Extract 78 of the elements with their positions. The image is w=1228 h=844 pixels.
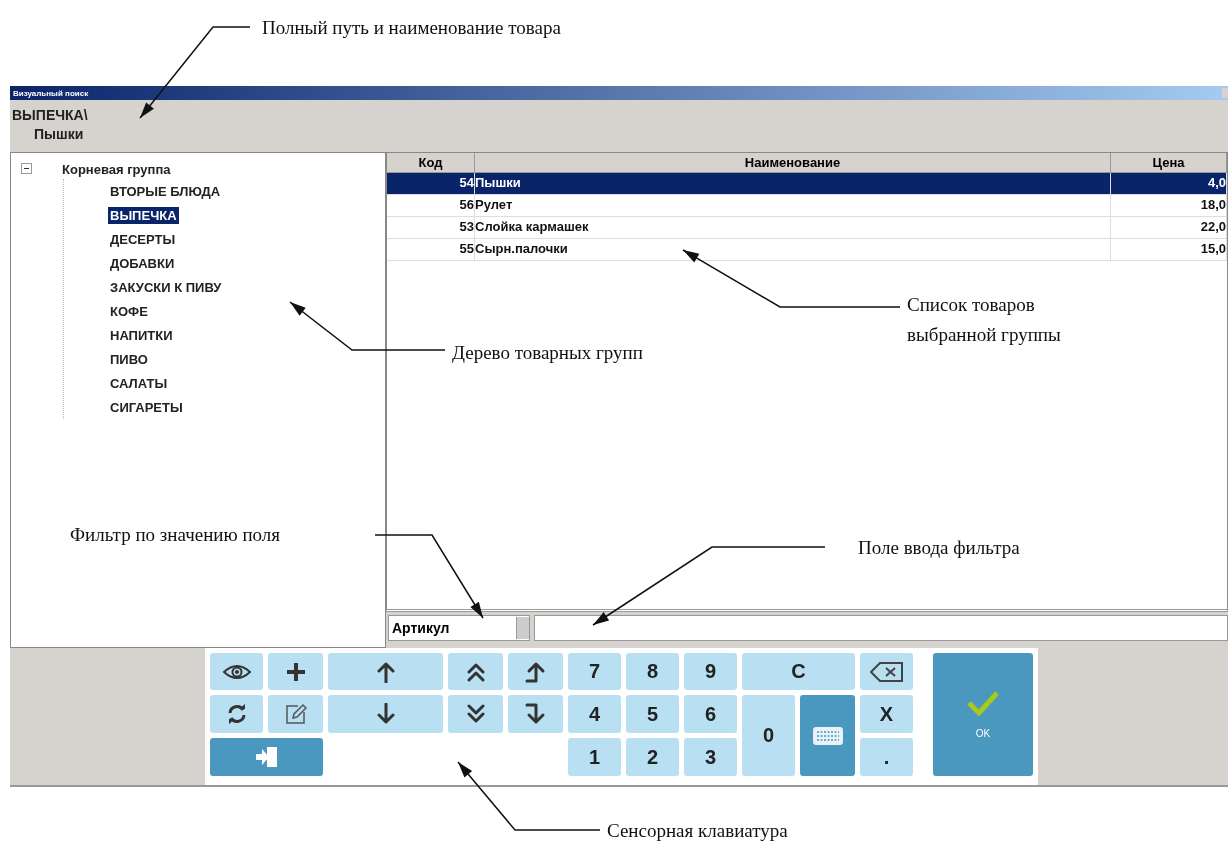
table-cell: 15,0 [1111,239,1227,260]
turn-down-arrow-icon [524,703,547,725]
tree-item[interactable]: ВЫПЕЧКА [108,206,179,224]
add-button[interactable] [268,653,323,690]
table-row[interactable]: 55Сырн.палочки 15,0 [387,239,1227,261]
path-text: Пышки [33,125,85,144]
keyboard-button[interactable] [800,695,855,776]
tree-item[interactable]: КОФЕ [108,302,150,320]
keypad-key[interactable]: C [742,653,855,690]
double-up-arrow-icon [465,661,486,682]
annotation-text: Поле ввода фильтра [858,536,1020,560]
keypad-key[interactable]: . [860,738,913,776]
dropdown-value: Артикул [392,620,450,636]
refresh-button[interactable] [210,695,263,733]
plus-icon [284,660,307,683]
up-arrow-icon [376,660,395,683]
exit-icon [254,746,279,768]
view-button[interactable] [210,653,263,690]
backspace-button[interactable] [860,653,913,690]
annotation-text: Дерево товарных групп [452,341,643,365]
eye-icon [222,663,251,680]
keypad-key[interactable]: 9 [684,653,737,690]
page-up-button[interactable] [448,653,503,690]
keypad-key[interactable]: 0 [742,695,795,776]
tree-item[interactable]: НАПИТКИ [108,326,175,344]
refresh-icon [226,704,247,724]
table-row[interactable]: 54Пышки 4,0 [387,173,1227,195]
keypad-key[interactable]: 4 [568,695,621,733]
table-cell: 53 [387,217,475,238]
table-cell: 54 [387,173,475,194]
annotation-text: Фильтр по значению поля [70,523,281,547]
down-button[interactable] [328,695,443,733]
annotation-text: Полный путь и наименование товара [262,16,561,40]
tree-root-item[interactable]: Корневая группа [62,161,171,177]
edit-icon [284,703,307,725]
edit-button[interactable] [268,695,323,733]
tree-item[interactable]: ПИВО [108,350,150,368]
table-cell: 56 [387,195,475,216]
keypad-key[interactable]: X [860,695,913,733]
table-cell: Рулет [475,195,1111,216]
keypad-key[interactable]: 6 [684,695,737,733]
table-cell: 18,0 [1111,195,1227,216]
table-cell: 4,0 [1111,173,1227,194]
check-icon [966,690,1000,716]
up-button[interactable] [328,653,443,690]
double-down-arrow-icon [465,704,486,724]
table-row[interactable]: 53Слойка кармашек 22,0 [387,217,1227,239]
down-arrow-icon [376,703,395,725]
keypad-key[interactable]: 1 [568,738,621,776]
filter-field-dropdown[interactable]: Артикул [388,615,530,641]
tree-item[interactable]: СИГАРЕТЫ [108,398,185,416]
page-down-button[interactable] [448,695,503,733]
keypad-key[interactable]: 3 [684,738,737,776]
keypad-key[interactable]: 5 [626,695,679,733]
tree-item[interactable]: САЛАТЫ [108,374,170,392]
keypad-key[interactable]: 2 [626,738,679,776]
annotation-text: Список товаров выбранной группы [907,293,1061,347]
turn-up-arrow-icon [524,660,547,683]
table-cell: 55 [387,239,475,260]
table-cell: 22,0 [1111,217,1227,238]
annotation-text: Сенсорная клавиатура [607,819,788,843]
keyboard-icon [811,725,844,746]
exit-button[interactable] [210,738,323,776]
tree-item[interactable]: ВТОРЫЕ БЛЮДА [108,182,223,200]
backspace-icon [869,660,904,683]
turn-up-button[interactable] [508,653,563,690]
table-cell: Слойка кармашек [475,217,1111,238]
tree-item[interactable]: ЗАКУСКИ К ПИВУ [108,278,224,296]
table-cell: Пышки [475,173,1111,194]
tree-item[interactable]: ДОБАВКИ [108,254,177,272]
tree-item[interactable]: ДЕСЕРТЫ [108,230,178,248]
keypad-key[interactable]: 8 [626,653,679,690]
turn-down-button[interactable] [508,695,563,733]
keypad-key[interactable]: 7 [568,653,621,690]
window-title: Визуальный поиск [12,88,89,98]
filter-input-field[interactable] [534,615,1228,641]
table-row[interactable]: 56Рулет 18,0 [387,195,1227,217]
path-text: ВЫПЕЧКА\ [12,106,89,125]
